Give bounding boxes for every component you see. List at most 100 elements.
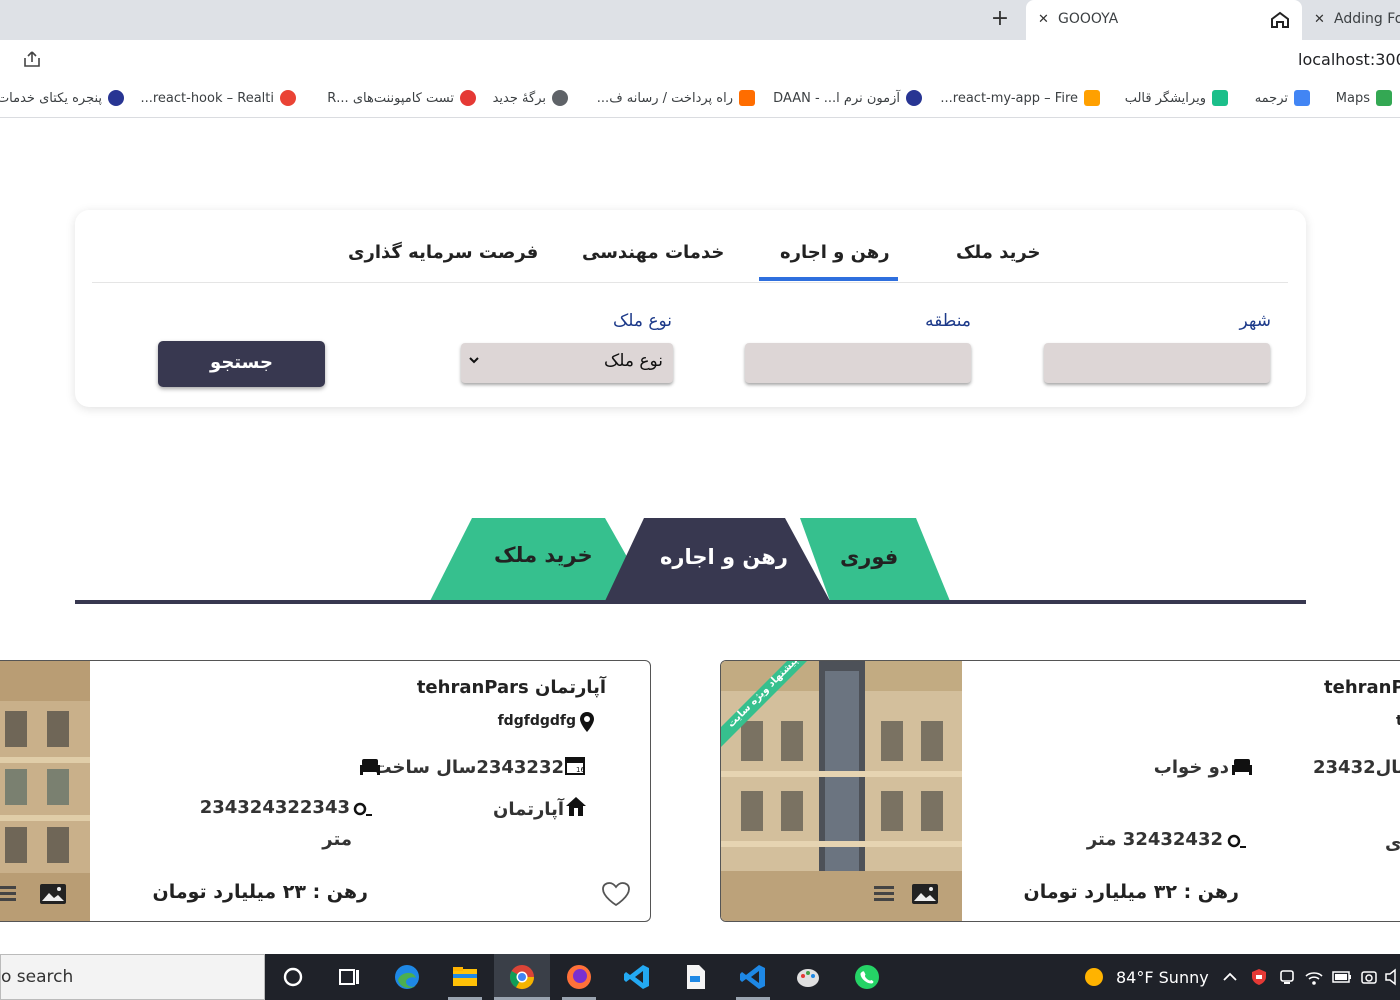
bookmark-item[interactable]: ترجمه [1255,90,1310,106]
tab-buy[interactable]: خرید ملک [956,242,1041,263]
chevron-up-icon[interactable] [1222,970,1238,984]
tabs-divider [92,282,1288,283]
emblem-icon [108,90,124,106]
area-icon [1227,834,1246,848]
tab-rent[interactable]: رهن و اجاره [780,242,890,263]
weather-sun-icon [1085,968,1103,986]
listing-address: t [1396,713,1400,729]
address-bar[interactable]: localhost:3000 [0,40,1400,78]
type-label: نوع ملک [612,311,672,331]
vscode-icon[interactable] [622,962,652,992]
listing-area: 234324322343 [199,797,350,818]
gallery-icon[interactable] [911,883,939,905]
cortana-icon[interactable] [278,962,308,992]
shield-icon[interactable] [1250,968,1268,986]
home-type-icon [566,797,586,816]
google-icon [280,90,296,106]
camera-icon[interactable] [1360,968,1378,986]
bed-icon [360,759,380,775]
bookmark-item[interactable]: برگهٔ جدید [493,90,568,106]
taskbar-search-box[interactable]: o search [0,954,265,1000]
select-value: نوع ملک [603,351,663,371]
bookmark-item[interactable]: react-my-app – Fire... [940,90,1100,106]
whatsapp-icon[interactable] [852,962,882,992]
listing-property-type: آپارتمان [493,799,564,820]
listing-build-year: 23432سال [1313,757,1400,778]
heart-icon[interactable] [601,881,631,907]
listing-title[interactable]: tehranPa [1324,677,1400,698]
listing-price: رهن : ۲۳ میلیارد تومان [152,881,369,903]
listing-image[interactable]: پیشنهاد ویژه سایت [721,661,962,921]
tab-investment[interactable]: فرصت سرمایه گذاری [348,242,538,263]
bookmark-item[interactable]: تست کامپوننت‌های ...R [327,90,476,106]
house-icon [1271,11,1289,28]
edge-icon[interactable] [392,962,422,992]
listing-area: 32432432 متر [1086,829,1223,850]
listing-extra: ی [1385,833,1400,854]
globe-icon [552,90,568,106]
property-type-select[interactable]: نوع ملک [461,343,673,383]
close-tab-icon[interactable]: ✕ [1038,12,1049,27]
category-divider-line [75,600,1306,604]
tab-title: Adding For [1334,11,1400,27]
list-icon[interactable] [0,883,17,905]
svg-text:16: 16 [576,766,585,774]
maps-icon [1376,90,1392,106]
vscode-icon[interactable] [738,962,768,992]
template-editor-icon [1212,90,1228,106]
document-icon[interactable] [680,962,710,992]
firebase-icon [1084,90,1100,106]
calendar-icon: 16 [565,757,585,775]
bed-icon [1232,759,1252,775]
paint-icon[interactable] [794,962,824,992]
browser-tabstrip: + ✕ GOOOYA ✕ Adding For [0,0,1400,40]
category-tab-rent[interactable]: رهن و اجاره [660,545,788,569]
url-text[interactable]: localhost:3000 [1298,50,1400,69]
chevron-down-icon [469,357,479,364]
listing-address: fdgfdgdfg [497,713,576,729]
bookmark-item[interactable]: Maps [1336,90,1392,106]
chrome-icon[interactable] [507,962,537,992]
browser-tab-inactive[interactable]: ✕ Adding For [1302,0,1400,40]
listing-bedrooms: دو خواب [1153,757,1229,778]
listing-card[interactable]: آپارتمان tehranPars fdgfdgdfg 16 2343232… [0,660,651,922]
region-input[interactable] [745,343,971,383]
tab-engineering[interactable]: خدمات مهندسی [582,242,724,263]
battery-icon[interactable] [1332,970,1352,984]
bookmark-item[interactable]: ویرایشگر قالب [1125,90,1228,106]
category-tab-urgent[interactable]: فوری [840,545,898,569]
bookmark-item[interactable]: پنجره یکتای خدمات [0,90,124,106]
network-device-icon[interactable] [1278,968,1296,986]
listing-card[interactable]: پیشنهاد ویژه سایت tehranPa t 23432سال دو… [720,660,1400,922]
bookmark-item[interactable]: آزمون نرم ا... - DAAN [773,90,922,106]
gallery-icon[interactable] [39,883,67,905]
area-icon [353,802,372,816]
rocket-icon [460,90,476,106]
active-tab-indicator [759,277,898,281]
browser-tab-active[interactable]: ✕ GOOOYA [1026,0,1302,40]
region-label: منطقه [925,311,971,331]
share-icon[interactable] [22,50,42,68]
bookmark-item[interactable]: راه پرداخت / رسانه ف... [597,90,755,106]
weather-text[interactable]: 84°F Sunny [1116,968,1209,987]
close-tab-icon[interactable]: ✕ [1314,12,1325,27]
new-tab-button[interactable]: + [988,8,1012,32]
location-pin-icon [580,712,594,732]
emblem-icon [906,90,922,106]
bookmark-item[interactable]: react-hook – Realti... [140,90,296,106]
city-input[interactable] [1044,343,1270,383]
listing-price: رهن : ۳۲ میلیارد تومان [1023,881,1240,903]
category-tab-buy[interactable]: خرید ملک [494,543,593,567]
listing-title[interactable]: آپارتمان tehranPars [417,677,606,698]
firefox-icon[interactable] [564,962,594,992]
search-button[interactable]: جستجو [158,341,325,387]
speaker-icon[interactable] [1384,968,1400,986]
list-icon[interactable] [873,883,895,905]
task-view-icon[interactable] [334,962,364,992]
file-explorer-icon[interactable] [450,962,480,992]
wifi-icon[interactable] [1304,968,1324,986]
city-label: شهر [1239,311,1271,331]
listing-build-year: 2343232سال ساخت [373,757,564,778]
listing-image[interactable] [0,661,90,921]
payment-icon [739,90,755,106]
